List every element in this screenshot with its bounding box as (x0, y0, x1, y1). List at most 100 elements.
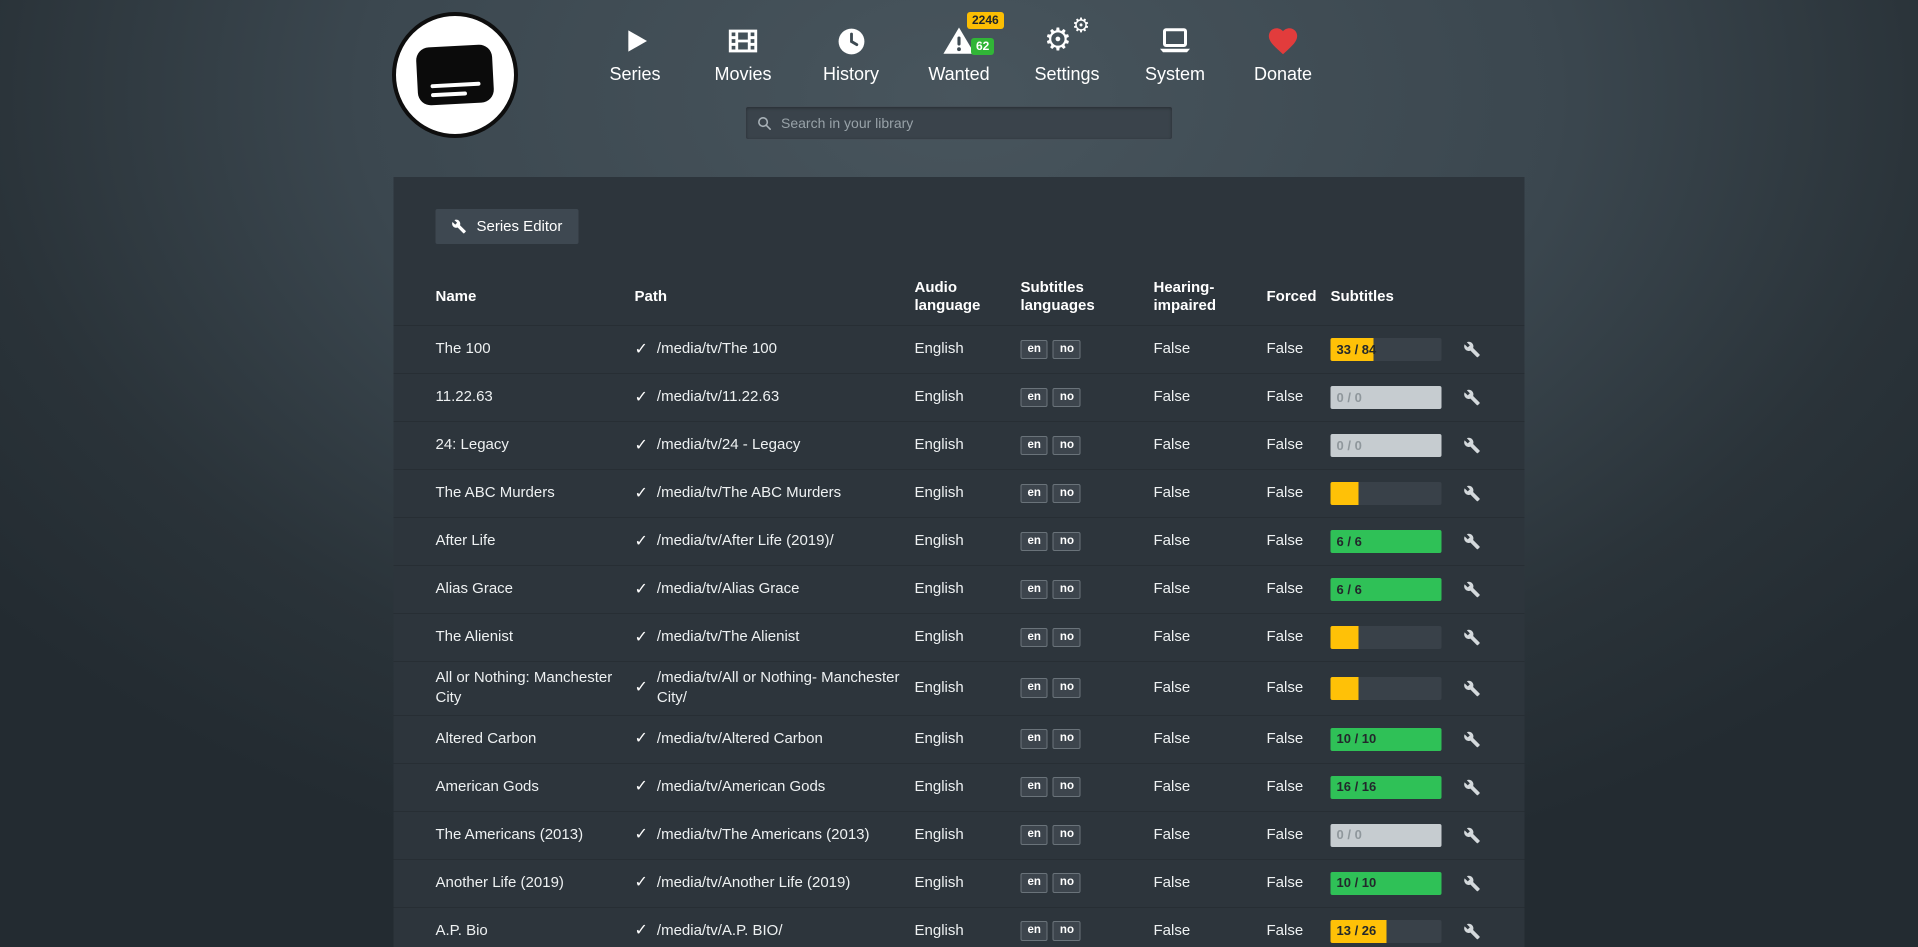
app-logo[interactable] (392, 12, 518, 138)
edit-series-button[interactable] (1464, 581, 1481, 598)
wrench-icon (1464, 731, 1481, 748)
subtitles-progress-bar: 13 / 26 (1331, 920, 1442, 943)
edit-series-button[interactable] (1464, 485, 1481, 502)
subtitles-languages: enno (1021, 526, 1154, 558)
subtitles-languages: enno (1021, 867, 1154, 899)
wrench-icon (1464, 875, 1481, 892)
subtitles-languages: enno (1021, 915, 1154, 947)
series-name: Alias Grace (436, 573, 635, 605)
subtitles-languages: enno (1021, 478, 1154, 510)
row-actions (1464, 431, 1489, 460)
edit-series-button[interactable] (1464, 680, 1481, 697)
hearing-impaired-value: False (1154, 477, 1267, 509)
row-actions (1464, 575, 1489, 604)
series-editor-button[interactable]: Series Editor (436, 209, 579, 244)
language-badge: no (1053, 921, 1081, 941)
series-name: The Americans (2013) (436, 819, 635, 851)
audio-language: English (915, 525, 1021, 557)
logo-subtitle-line (430, 82, 480, 89)
wrench-icon (1464, 923, 1481, 940)
audio-language: English (915, 819, 1021, 851)
table-row: Another Life (2019)✓/media/tv/Another Li… (394, 860, 1525, 908)
check-icon: ✓ (635, 579, 648, 601)
subtitles-languages: enno (1021, 574, 1154, 606)
subtitles-languages: enno (1021, 819, 1154, 851)
nav-item-wanted[interactable]: 2246 62 Wanted (905, 22, 1013, 85)
hearing-impaired-value: False (1154, 723, 1267, 755)
audio-language: English (915, 672, 1021, 704)
nav-item-series[interactable]: Series (581, 22, 689, 85)
subtitles-progress-label: 10 / 10 (1337, 730, 1377, 748)
hearing-impaired-value: False (1154, 819, 1267, 851)
nav-item-movies[interactable]: Movies (689, 22, 797, 85)
heart-icon (1266, 22, 1300, 60)
edit-series-button[interactable] (1464, 779, 1481, 796)
nav-item-donate[interactable]: Donate (1229, 22, 1337, 85)
edit-series-button[interactable] (1464, 923, 1481, 940)
subtitles-progress-bar (1331, 482, 1442, 505)
series-path: ✓/media/tv/After Life (2019)/ (635, 525, 915, 559)
col-header-hearing: Hearing-impaired (1154, 279, 1267, 315)
series-name: American Gods (436, 771, 635, 803)
edit-series-button[interactable] (1464, 437, 1481, 454)
col-header-subtitles: Subtitles (1331, 288, 1464, 306)
edit-series-button[interactable] (1464, 533, 1481, 550)
table-row: Altered Carbon✓/media/tv/Altered CarbonE… (394, 716, 1525, 764)
language-badge: no (1053, 340, 1081, 360)
subtitles-languages: enno (1021, 334, 1154, 366)
subtitles-progress-label: 16 / 16 (1337, 778, 1377, 796)
series-path: ✓/media/tv/Altered Carbon (635, 722, 915, 756)
language-badge: no (1053, 532, 1081, 552)
forced-value: False (1267, 915, 1331, 947)
nav-system-label: System (1145, 64, 1205, 85)
col-header-name: Name (436, 288, 635, 306)
subtitles-progress-bar: 6 / 6 (1331, 578, 1442, 601)
check-icon: ✓ (635, 824, 648, 846)
series-name: Altered Carbon (436, 723, 635, 755)
language-badge: no (1053, 777, 1081, 797)
series-path: ✓/media/tv/The 100 (635, 333, 915, 367)
nav-item-system[interactable]: System (1121, 22, 1229, 85)
logo-subtitle-screen-icon (416, 44, 495, 106)
edit-series-button[interactable] (1464, 731, 1481, 748)
forced-value: False (1267, 573, 1331, 605)
nav-item-history[interactable]: History (797, 22, 905, 85)
nav-item-settings[interactable]: ⚙ ⚙ Settings (1013, 22, 1121, 85)
series-name: 11.22.63 (436, 381, 635, 413)
col-header-languages: Subtitles languages (1021, 279, 1154, 315)
subtitles-progress-bar (1331, 677, 1442, 700)
app: Series Movies History (0, 0, 1918, 947)
language-badge: en (1021, 678, 1048, 698)
edit-series-button[interactable] (1464, 629, 1481, 646)
subtitles-progress-label: 6 / 6 (1337, 533, 1362, 551)
wrench-icon (1464, 341, 1481, 358)
subtitles-languages: enno (1021, 622, 1154, 654)
search-box[interactable] (745, 106, 1173, 140)
wrench-icon (1464, 485, 1481, 502)
series-name: The Alienist (436, 621, 635, 653)
table-row: Alias Grace✓/media/tv/Alias GraceEnglish… (394, 566, 1525, 614)
edit-series-button[interactable] (1464, 875, 1481, 892)
audio-language: English (915, 477, 1021, 509)
check-icon: ✓ (635, 677, 648, 699)
row-actions (1464, 725, 1489, 754)
audio-language: English (915, 621, 1021, 653)
table-row: The 100✓/media/tv/The 100EnglishennoFals… (394, 326, 1525, 374)
edit-series-button[interactable] (1464, 827, 1481, 844)
col-header-path: Path (635, 288, 915, 306)
hearing-impaired-value: False (1154, 915, 1267, 947)
wanted-series-count-badge: 2246 (967, 12, 1004, 29)
row-actions (1464, 917, 1489, 946)
hearing-impaired-value: False (1154, 525, 1267, 557)
laptop-icon (1157, 22, 1193, 60)
subtitles-progress-label: 0 / 0 (1337, 437, 1362, 455)
series-name: The ABC Murders (436, 477, 635, 509)
check-icon: ✓ (635, 920, 648, 942)
edit-series-button[interactable] (1464, 389, 1481, 406)
audio-language: English (915, 333, 1021, 365)
search-input[interactable] (781, 107, 1172, 139)
hearing-impaired-value: False (1154, 573, 1267, 605)
edit-series-button[interactable] (1464, 341, 1481, 358)
subtitles-progress-cell: 33 / 84 (1331, 332, 1464, 367)
hearing-impaired-value: False (1154, 771, 1267, 803)
